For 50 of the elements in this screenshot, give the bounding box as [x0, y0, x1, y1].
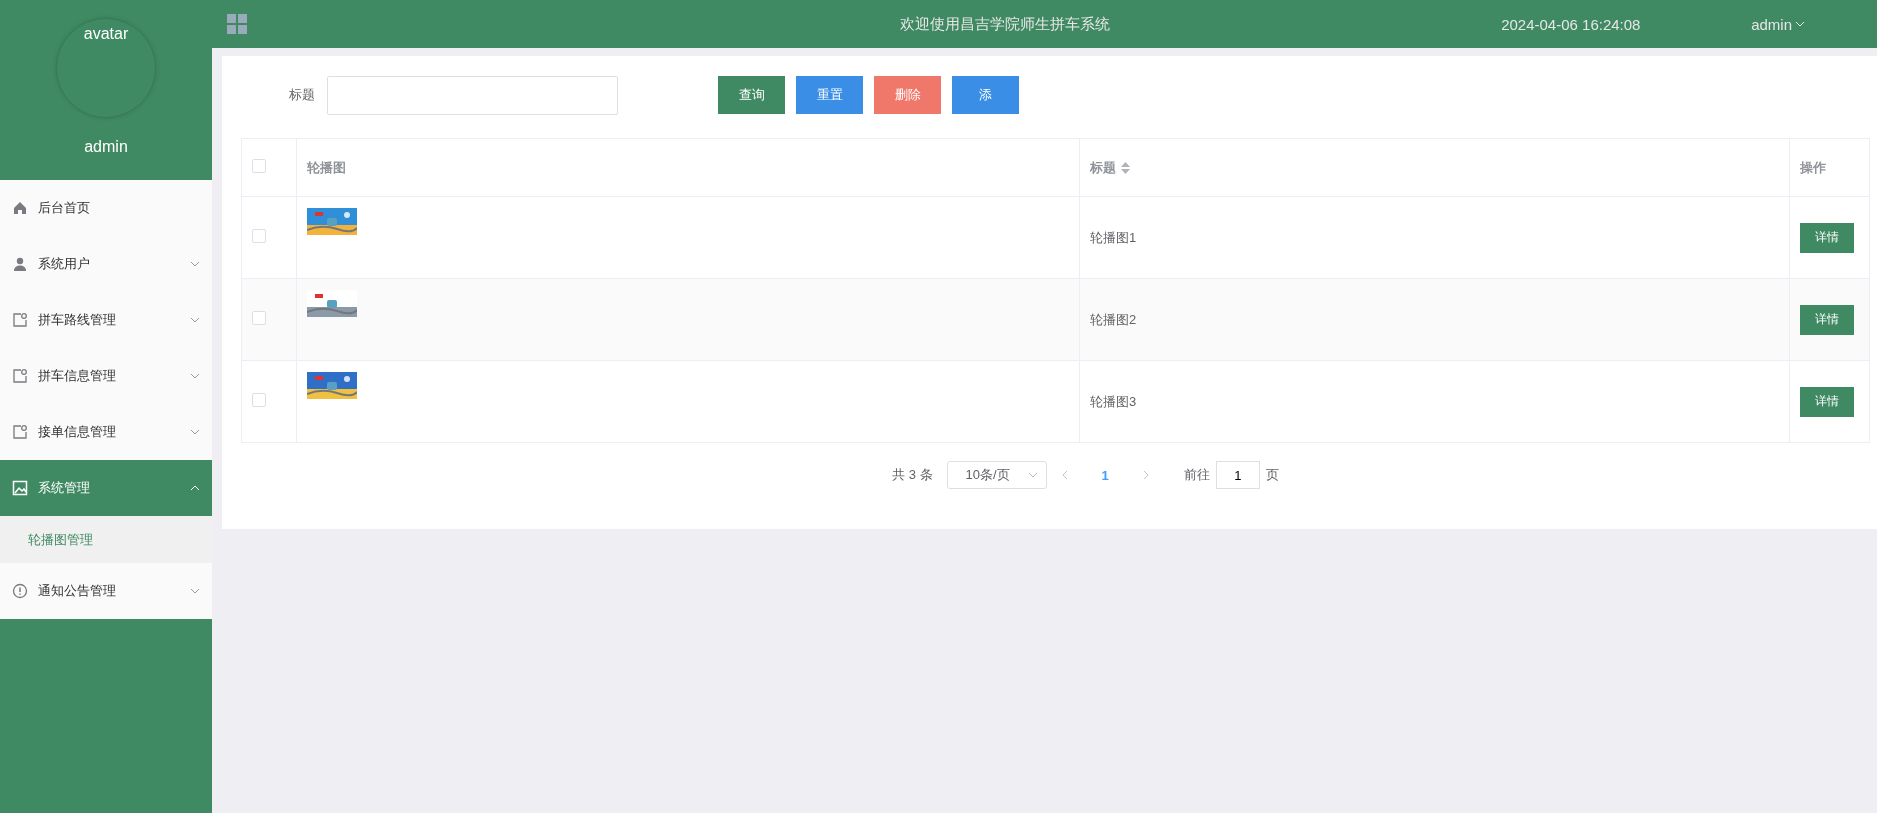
image-icon — [12, 480, 28, 496]
action-button[interactable]: 重置 — [796, 76, 863, 114]
detail-button[interactable]: 详情 — [1800, 222, 1854, 253]
detail-button[interactable]: 详情 — [1800, 386, 1854, 417]
chevron-icon — [1795, 21, 1805, 27]
prev-icon[interactable] — [1060, 470, 1068, 480]
checkbox[interactable] — [252, 229, 266, 243]
note-icon — [12, 312, 28, 328]
menu-item[interactable]: 系统管理 — [0, 460, 212, 516]
table-cell: 轮播图2 — [1079, 278, 1790, 361]
note-icon — [12, 368, 28, 384]
chevron-icon — [190, 485, 200, 491]
column-header: 操作 — [1789, 138, 1870, 197]
submenu-item[interactable]: 轮播图管理 — [0, 516, 212, 563]
sort-icon[interactable] — [1121, 162, 1130, 175]
note-icon — [12, 424, 28, 440]
grid-icon[interactable] — [226, 13, 248, 35]
chevron-icon — [1027, 472, 1038, 478]
checkbox[interactable] — [252, 311, 266, 325]
action-button[interactable]: 查询 — [718, 76, 785, 114]
goto-label: 前往 — [1183, 466, 1210, 484]
field-label: 标题 — [289, 86, 315, 104]
checkbox[interactable] — [252, 393, 266, 407]
chevron-icon — [190, 317, 200, 323]
column-header: 轮播图 — [296, 138, 1080, 197]
total-count: 共 3 条 — [892, 466, 933, 484]
chevron-icon — [190, 261, 200, 267]
checkbox[interactable] — [252, 159, 266, 173]
user-menu[interactable]: admin — [1751, 15, 1805, 33]
home-icon — [12, 200, 28, 216]
table-cell: 轮播图1 — [1079, 196, 1790, 279]
chevron-icon — [190, 373, 200, 379]
date-time: 2024-04-06 16:24:08 — [1501, 15, 1642, 33]
title-field[interactable] — [327, 75, 618, 115]
page-suffix: 页 — [1265, 466, 1279, 484]
profile-name: admin — [84, 138, 128, 156]
page-number[interactable]: 1 — [1081, 467, 1129, 483]
chevron-icon — [190, 588, 200, 594]
page-title: 欢迎使用昌吉学院师生拼车系统 — [898, 14, 1111, 34]
chevron-icon — [190, 429, 200, 435]
user-icon — [12, 256, 28, 272]
detail-button[interactable]: 详情 — [1800, 304, 1854, 335]
table-cell: 轮播图3 — [1079, 360, 1790, 443]
next-icon[interactable] — [1142, 470, 1150, 480]
action-button[interactable]: 删除 — [874, 76, 941, 114]
alert-icon — [12, 583, 28, 599]
action-button[interactable]: 添 — [952, 76, 1019, 114]
page-size-select[interactable]: 10条/页 — [946, 461, 1047, 489]
column-header: 标题 — [1079, 138, 1790, 197]
page-field[interactable]: 1 — [1215, 461, 1260, 489]
